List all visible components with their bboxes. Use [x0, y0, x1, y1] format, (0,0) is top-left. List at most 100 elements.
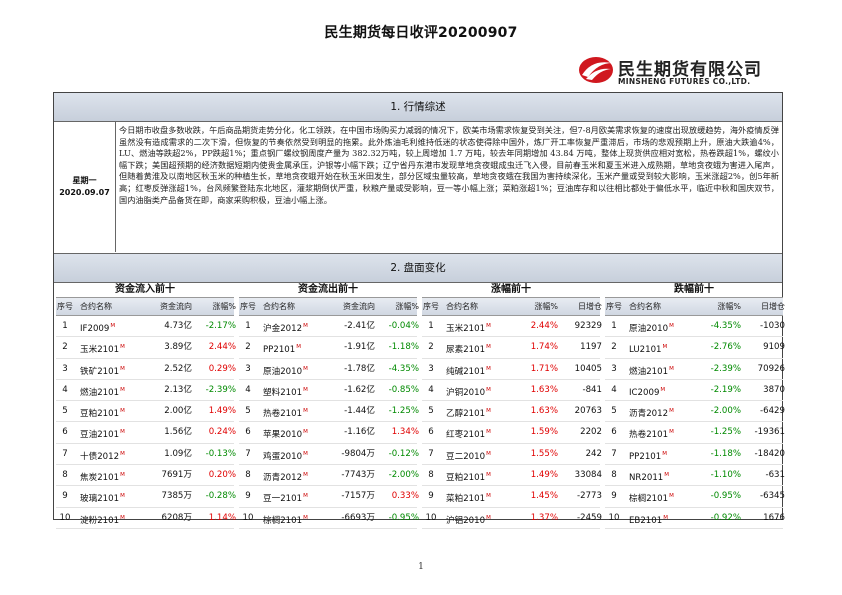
contract-name: 铁矿2101M	[74, 359, 148, 379]
contract-code: 沪铝2010	[446, 515, 486, 526]
table-row: 6 热卷2101M -1.25% -19361	[605, 422, 785, 444]
contract-name: 棕榈2101M	[257, 508, 331, 528]
column-header: 资金流向	[343, 302, 375, 311]
contract-code: 苹果2010	[263, 430, 303, 441]
company-logo: 民生期货有限公司 MINSHENG FUTURES CO.,LTD.	[578, 55, 778, 89]
change-percent: -1.25%	[388, 406, 419, 417]
contract-name: 原油2010M	[623, 316, 697, 336]
date-label: 2020.09.07	[59, 188, 110, 197]
table-row: 3 铁矿2101M 2.52亿 0.29%	[56, 359, 236, 380]
rank-number: 3	[611, 363, 617, 374]
market-overview: 星期一 2020.09.07 今日期市收盘多数收跌，午后商品期货走势分化，化工领…	[54, 122, 782, 252]
column-header: 日增仓	[761, 302, 785, 311]
fund-flow-value: -7743万	[341, 470, 375, 481]
contract-code: PP2101	[629, 451, 662, 462]
column-header: 合约名称	[80, 302, 112, 311]
table-row: 7 十债2012M 1.09亿 -0.13%	[56, 444, 236, 466]
column-header: 序号	[606, 302, 622, 311]
main-contract-marker: M	[303, 386, 308, 393]
contract-code: 燃油2101	[629, 366, 669, 377]
table-row: 7 鸡蛋2010M -9804万 -0.12%	[239, 444, 419, 466]
table-row: 5 热卷2101M -1.44亿 -1.25%	[239, 401, 419, 423]
open-interest-change: -6429	[760, 406, 785, 417]
rank-number: 8	[62, 470, 68, 481]
fund-flow-value: 2.13亿	[164, 384, 192, 395]
contract-code: 热卷2101	[629, 430, 669, 441]
main-contract-marker: M	[303, 365, 308, 372]
change-percent: 0.29%	[208, 363, 236, 374]
contract-name: 豆二2010M	[440, 444, 514, 464]
contract-code: 纯碱2101	[446, 366, 486, 377]
main-contract-marker: M	[486, 386, 491, 393]
contract-name: 沪铜2010M	[440, 380, 514, 400]
overview-text: 今日期市收盘多数收跌，午后商品期货走势分化，化工领跌，在中国市场购买力减弱的情况…	[119, 125, 779, 205]
table-row: 1 IF2009M 4.73亿 -2.17%	[56, 316, 236, 338]
contract-code: 十债2012	[80, 451, 120, 462]
main-contract-marker: M	[669, 493, 674, 500]
contract-name: 苹果2010M	[257, 422, 331, 442]
contract-code: 豆一2101	[263, 494, 303, 505]
contract-code: 玉米2101	[446, 323, 486, 334]
change-percent: 1.74%	[530, 342, 558, 353]
contract-code: EB2101	[629, 515, 663, 526]
fund-flow-value: 2.00亿	[164, 406, 192, 417]
contract-code: 原油2010	[629, 323, 669, 334]
change-percent: 1.34%	[391, 427, 419, 438]
column-header: 序号	[240, 302, 256, 311]
change-percent: 2.44%	[530, 321, 558, 331]
column-header: 涨幅%	[534, 302, 558, 311]
rank-number: 5	[428, 406, 434, 417]
open-interest-change: -841	[582, 384, 602, 395]
rank-number: 8	[428, 470, 434, 481]
main-contract-marker: M	[486, 514, 491, 521]
contract-code: 乙醇2101	[446, 409, 486, 420]
table-row: 1 沪金2012M -2.41亿 -0.04%	[239, 316, 419, 338]
rank-number: 9	[611, 491, 617, 502]
contract-code: 沪铜2010	[446, 387, 486, 398]
contract-name: LU2101M	[623, 337, 697, 357]
contract-code: 热卷2101	[263, 409, 303, 420]
table-header-row: 序号 合约名称 资金流向 涨幅%	[56, 297, 236, 316]
contract-code: 豆二2010	[446, 451, 486, 462]
rank-number: 5	[611, 406, 617, 417]
fund-flow-value: 1.09亿	[164, 448, 192, 459]
rank-number: 8	[611, 470, 617, 481]
open-interest-change: -631	[765, 470, 785, 481]
main-contract-marker: M	[303, 323, 308, 329]
open-interest-change: -1030	[760, 321, 785, 331]
main-contract-marker: M	[120, 429, 125, 436]
contract-name: 豆油2101M	[74, 422, 148, 442]
change-percent: 2.44%	[208, 342, 236, 353]
change-percent: -2.39%	[710, 363, 741, 374]
rank-number: 9	[62, 491, 68, 502]
contract-code: 豆粕2101	[80, 409, 120, 420]
table-row: 8 豆粕2101M 1.49% 33084	[422, 465, 602, 487]
contract-name: 棕榈2101M	[623, 486, 697, 506]
contract-code: 鸡蛋2010	[263, 451, 303, 462]
table-row: 2 LU2101M -2.76% 9109	[605, 337, 785, 359]
contract-code: 棕榈2101	[629, 494, 669, 505]
table-row: 4 沪铜2010M 1.63% -841	[422, 380, 602, 402]
rank-number: 7	[62, 448, 68, 459]
table-title: 跌幅前十	[674, 284, 714, 295]
main-contract-marker: M	[303, 408, 308, 415]
main-contract-marker: M	[669, 323, 674, 329]
main-contract-marker: M	[662, 344, 668, 351]
contract-code: 玻璃2101	[80, 494, 120, 505]
change-percent: -2.17%	[205, 321, 236, 331]
table-row: 5 沥青2012M -2.00% -6429	[605, 401, 785, 423]
gainers-table: 涨幅前十 序号 合约名称 涨幅% 日增仓 1 玉米2101M 2.44% 92329 2 尿素210…	[422, 283, 602, 529]
rank-number: 3	[62, 363, 68, 374]
fund-flow-value: -1.44亿	[344, 406, 375, 417]
change-percent: -4.35%	[710, 321, 741, 331]
contract-name: PP2101M	[257, 337, 331, 357]
fund-flow-value: 3.89亿	[164, 342, 192, 353]
table-row: 4 塑料2101M -1.62亿 -0.85%	[239, 380, 419, 402]
contract-name: 沪金2012M	[257, 316, 331, 336]
rank-number: 4	[62, 384, 68, 395]
contract-name: 尿素2101M	[440, 337, 514, 357]
section-header-market-changes: 2. 盘面变化	[54, 253, 782, 283]
open-interest-change: 20763	[574, 406, 602, 417]
main-contract-marker: M	[120, 514, 125, 521]
fund-flow-value: -1.91亿	[344, 342, 375, 353]
